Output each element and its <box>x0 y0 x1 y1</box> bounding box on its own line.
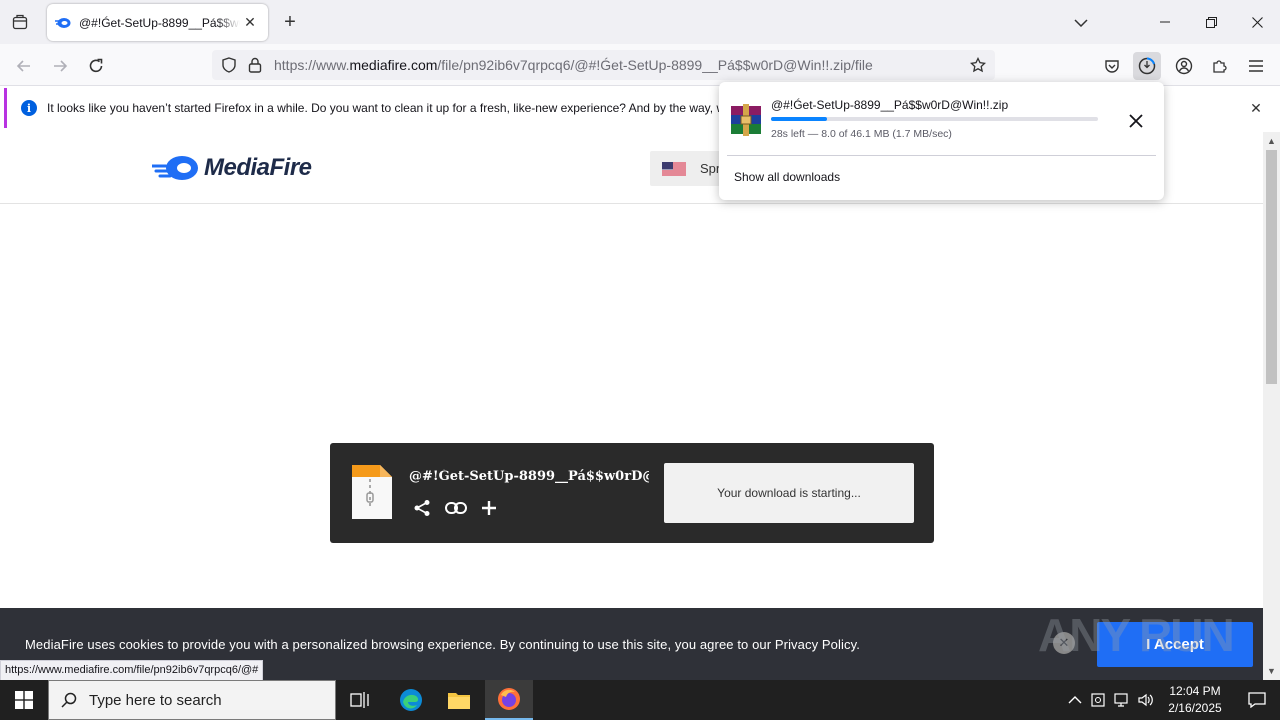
tab-close-icon[interactable]: ✕ <box>240 13 260 33</box>
taskbar-search-box[interactable]: Type here to search <box>48 680 336 720</box>
winrar-archive-icon <box>731 104 761 136</box>
tray-chevron-up-icon[interactable] <box>1068 695 1082 705</box>
watermark-text: ANY RUN <box>1038 609 1235 661</box>
volume-icon[interactable] <box>1138 693 1154 707</box>
pocket-icon[interactable] <box>1098 52 1126 80</box>
download-file-name: @#!Ǵet-SetUp-8899__Pá$$w0rD@... <box>409 469 649 484</box>
notification-text: It looks like you haven’t started Firefo… <box>47 101 726 115</box>
reload-icon[interactable] <box>82 52 110 80</box>
language-label: Spr <box>700 161 721 176</box>
download-card: @#!Ǵet-SetUp-8899__Pá$$w0rD@... Your dow… <box>330 443 934 543</box>
scroll-thumb[interactable] <box>1266 150 1277 384</box>
cancel-download-icon[interactable] <box>1125 110 1147 132</box>
network-icon[interactable] <box>1114 693 1130 707</box>
url-bar[interactable]: https://www.mediafire.com/file/pn92ib6v7… <box>212 50 995 80</box>
share-icon[interactable] <box>410 496 434 520</box>
downloads-progress-icon[interactable] <box>1133 52 1161 80</box>
url-path: /file/pn92ib6v7qrpcq6/@#!Ǵet-SetUp-8899_… <box>437 57 873 73</box>
firefox-taskbar-icon[interactable] <box>485 680 533 720</box>
close-window-button[interactable] <box>1234 6 1280 38</box>
notification-close-icon[interactable]: ✕ <box>1248 100 1264 116</box>
page-content: MediaFire Spr @#!Ǵet-SetUp-8899__Pá$$w0r… <box>0 132 1263 680</box>
page-scrollbar[interactable]: ▲ ▼ <box>1263 132 1280 680</box>
restore-button[interactable] <box>1188 6 1234 38</box>
tab-title: @#!Ǵet-SetUp-8899__Pá$$w0rD@Win!!.zip <box>79 15 240 30</box>
bookmark-star-icon[interactable] <box>965 52 991 78</box>
list-all-tabs-chevron-icon[interactable] <box>1070 12 1092 34</box>
system-tray <box>1068 680 1154 720</box>
info-icon: i <box>21 100 37 116</box>
account-icon[interactable] <box>1170 52 1198 80</box>
extensions-puzzle-icon[interactable] <box>1206 52 1234 80</box>
us-flag-icon <box>662 161 686 176</box>
add-icon[interactable] <box>477 496 501 520</box>
downloads-panel: @#!Ǵet-SetUp-8899__Pá$$w0rD@Win!!.zip 28… <box>719 82 1164 200</box>
meet-now-icon[interactable] <box>1090 692 1106 708</box>
mediafire-favicon-icon <box>55 17 71 28</box>
status-url-tooltip: https://www.mediafire.com/file/pn92ib6v7… <box>0 660 264 681</box>
download-status-box[interactable]: Your download is starting... <box>664 463 914 523</box>
notification-center-icon[interactable] <box>1234 680 1280 720</box>
download-progress-bar <box>771 117 1098 121</box>
download-panel-file-name[interactable]: @#!Ǵet-SetUp-8899__Pá$$w0rD@Win!!.zip <box>771 98 1008 112</box>
search-placeholder: Type here to search <box>89 691 222 709</box>
firefox-view-icon[interactable] <box>8 10 32 34</box>
url-text[interactable]: https://www.mediafire.com/file/pn92ib6v7… <box>274 57 965 73</box>
forward-arrow-icon[interactable] <box>46 52 74 80</box>
tab-active[interactable]: @#!Ǵet-SetUp-8899__Pá$$w0rD@Win!!.zip ✕ <box>47 4 268 41</box>
panel-divider <box>727 155 1156 156</box>
back-arrow-icon[interactable] <box>10 52 38 80</box>
mediafire-logo-text: MediaFire <box>204 154 312 181</box>
clock-time: 12:04 PM <box>1169 684 1221 698</box>
scroll-down-arrow-icon[interactable]: ▼ <box>1266 665 1277 677</box>
task-view-icon[interactable] <box>336 680 384 720</box>
clock-date: 2/16/2025 <box>1168 701 1222 715</box>
anyrun-watermark: ANY RUN <box>1038 608 1235 662</box>
download-progress-fill <box>771 117 827 121</box>
download-panel-status: 28s left — 8.0 of 46.1 MB (1.7 MB/sec) <box>771 128 952 140</box>
navigation-toolbar: https://www.mediafire.com/file/pn92ib6v7… <box>0 44 1280 86</box>
windows-taskbar: Type here to search 12:04 PM 2/16/2025 <box>0 680 1280 720</box>
windows-start-icon[interactable] <box>0 680 48 720</box>
lock-icon[interactable] <box>242 52 268 78</box>
file-explorer-icon[interactable] <box>435 680 483 720</box>
edge-browser-icon[interactable] <box>387 680 435 720</box>
url-prefix: https://www. <box>274 57 350 73</box>
search-icon <box>61 692 77 708</box>
tab-strip: @#!Ǵet-SetUp-8899__Pá$$w0rD@Win!!.zip ✕ … <box>0 0 1280 44</box>
minimize-button[interactable] <box>1142 6 1188 38</box>
cookie-text: MediaFire uses cookies to provide you wi… <box>25 637 860 652</box>
show-all-downloads-button[interactable]: Show all downloads <box>734 170 840 184</box>
taskbar-clock[interactable]: 12:04 PM 2/16/2025 <box>1160 683 1230 717</box>
url-host: mediafire.com <box>349 57 438 73</box>
mediafire-logo[interactable]: MediaFire <box>152 154 312 182</box>
hamburger-menu-icon[interactable] <box>1242 52 1270 80</box>
new-tab-button[interactable]: + <box>278 10 302 34</box>
mediafire-flame-icon <box>152 156 198 180</box>
scroll-up-arrow-icon[interactable]: ▲ <box>1266 135 1277 147</box>
zip-file-icon <box>352 465 392 519</box>
tracking-protection-shield-icon[interactable] <box>216 52 242 78</box>
link-icon[interactable] <box>444 496 468 520</box>
